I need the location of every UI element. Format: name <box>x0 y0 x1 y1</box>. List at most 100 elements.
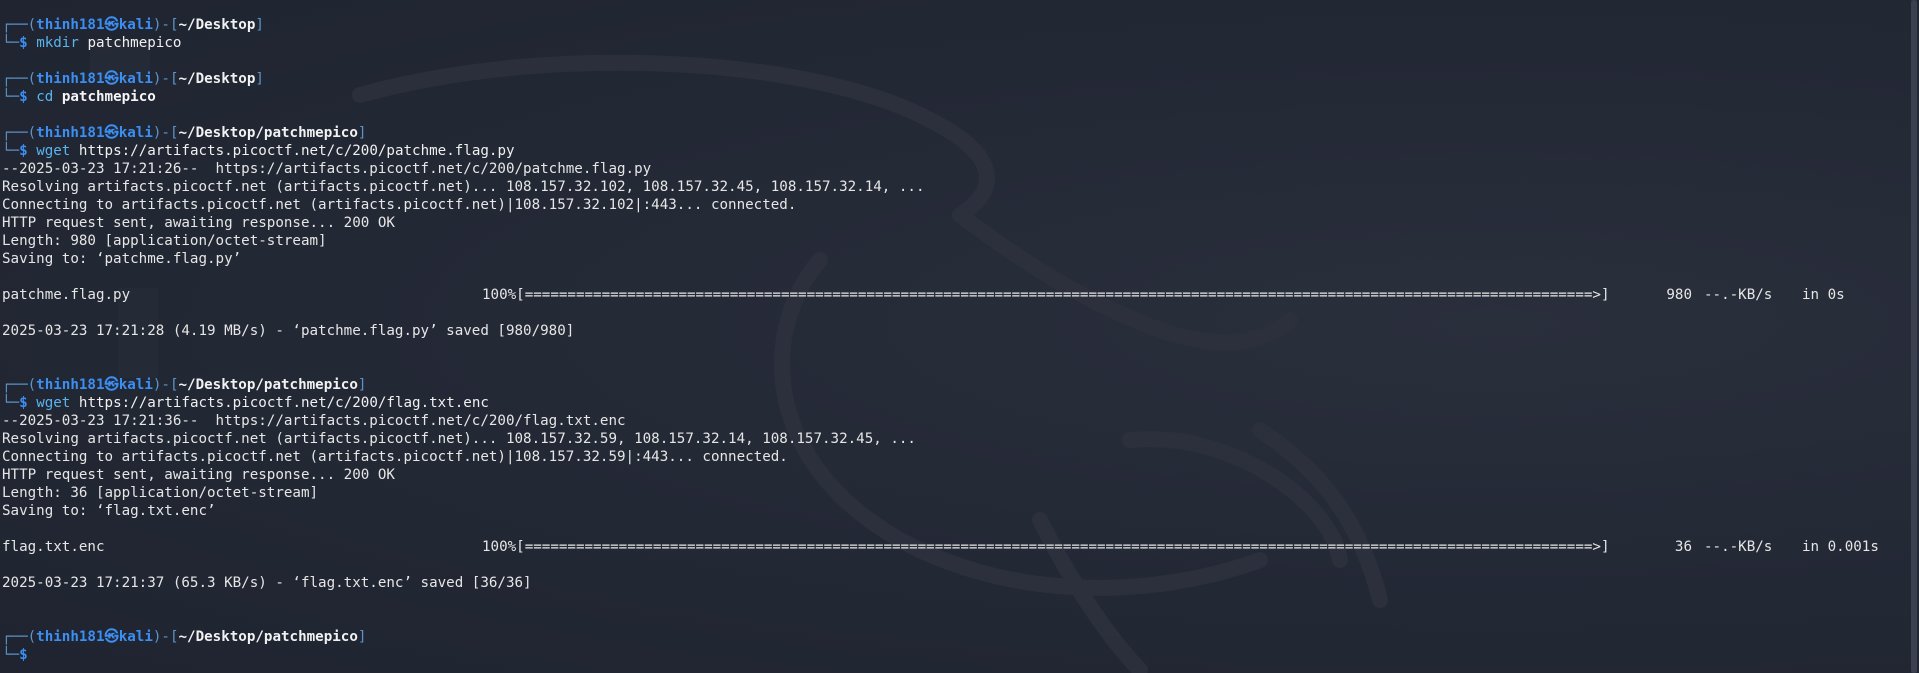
prompt-path: ~/Desktop/patchmepico <box>178 377 358 393</box>
output-text: Length: 980 [application/octet-stream] <box>2 233 327 249</box>
progress-time: in 0.001s <box>1802 539 1879 555</box>
prompt-corner: └─ <box>2 35 20 51</box>
command-name: mkdir <box>36 35 79 51</box>
saved-message: 2025-03-23 17:21:37 (65.3 KB/s) - ‘flag.… <box>2 575 532 591</box>
prompt-frame-mid: )-[ <box>152 629 179 645</box>
command-name: wget <box>36 143 71 159</box>
download-progress-line: flag.txt.enc 100%[=======================… <box>2 538 1912 556</box>
progress-filename: patchme.flag.py <box>2 287 131 303</box>
output-line: --2025-03-23 17:21:36-- https://artifact… <box>2 412 1912 430</box>
command-name: cd <box>36 89 54 105</box>
output-line: Resolving artifacts.picoctf.net (artifac… <box>2 430 1912 448</box>
download-progress-line: patchme.flag.py 100%[====================… <box>2 286 1912 304</box>
command-line: └─$ wget https://artifacts.picoctf.net/c… <box>2 394 1912 412</box>
prompt-frame-close: ] <box>255 17 264 33</box>
output-line: Connecting to artifacts.picoctf.net (art… <box>2 448 1912 466</box>
prompt-dollar: $ <box>19 647 28 663</box>
prompt-frame-open: ┌──( <box>2 71 37 87</box>
prompt-dollar: $ <box>19 35 28 51</box>
output-text: Connecting to artifacts.picoctf.net (art… <box>2 449 788 465</box>
command-argument: patchmepico <box>87 35 182 51</box>
prompt-header: ┌──(thinh181㉿kali)-[~/Desktop] <box>2 70 1912 88</box>
output-line: Saving to: ‘patchme.flag.py’ <box>2 250 1912 268</box>
prompt-frame-close: ] <box>255 71 264 87</box>
prompt-frame-open: ┌──( <box>2 377 37 393</box>
progress-filename: flag.txt.enc <box>2 539 105 555</box>
prompt-user-host: thinh181㉿kali <box>36 125 153 141</box>
scrollbar-thumb[interactable] <box>1911 0 1917 673</box>
prompt-path: ~/Desktop <box>178 17 256 33</box>
progress-speed: --.-KB/s <box>1704 539 1773 555</box>
command-line: └─$ <box>2 646 1912 664</box>
prompt-frame-close: ] <box>357 629 367 645</box>
prompt-corner: └─ <box>2 89 20 105</box>
output-line: 2025-03-23 17:21:28 (4.19 MB/s) - ‘patch… <box>2 322 1912 340</box>
prompt-header: ┌──(thinh181㉿kali)-[~/Desktop] <box>2 16 1912 34</box>
prompt-dollar: $ <box>19 143 28 159</box>
prompt-header: ┌──(thinh181㉿kali)-[~/Desktop/patchmepic… <box>2 124 1912 142</box>
prompt-path: ~/Desktop/patchmepico <box>178 629 358 645</box>
output-line: Length: 36 [application/octet-stream] <box>2 484 1912 502</box>
prompt-user-host: thinh181㉿kali <box>36 377 153 393</box>
progress-bar: 100%[===================================… <box>482 287 1610 303</box>
command-argument: https://artifacts.picoctf.net/c/200/patc… <box>78 143 515 159</box>
output-line: HTTP request sent, awaiting response... … <box>2 214 1912 232</box>
prompt-frame-open: ┌──( <box>2 17 37 33</box>
output-text: HTTP request sent, awaiting response... … <box>2 215 395 231</box>
prompt-user-host: thinh181㉿kali <box>36 17 153 33</box>
text-cursor[interactable] <box>36 646 44 662</box>
prompt-header: ┌──(thinh181㉿kali)-[~/Desktop/patchmepic… <box>2 628 1912 646</box>
prompt-user-host: thinh181㉿kali <box>36 629 153 645</box>
command-line: └─$ wget https://artifacts.picoctf.net/c… <box>2 142 1912 160</box>
output-line: Saving to: ‘flag.txt.enc’ <box>2 502 1912 520</box>
prompt-frame-mid: )-[ <box>152 17 179 33</box>
progress-bar: 100%[===================================… <box>482 539 1610 555</box>
terminal-window[interactable]: ┌──(thinh181㉿kali)-[~/Desktop] └─$ mkdir … <box>0 0 1919 673</box>
terminal-output: ┌──(thinh181㉿kali)-[~/Desktop] └─$ mkdir … <box>2 16 1912 664</box>
prompt-header: ┌──(thinh181㉿kali)-[~/Desktop/patchmepic… <box>2 376 1912 394</box>
command-line: └─$ mkdir patchmepico <box>2 34 1912 52</box>
progress-size: 980 <box>1666 287 1692 303</box>
prompt-frame-mid: )-[ <box>152 125 179 141</box>
output-line: Length: 980 [application/octet-stream] <box>2 232 1912 250</box>
prompt-frame-mid: )-[ <box>152 71 179 87</box>
prompt-path: ~/Desktop/patchmepico <box>178 125 358 141</box>
output-text: HTTP request sent, awaiting response... … <box>2 467 395 483</box>
progress-time: in 0s <box>1802 287 1845 303</box>
output-text: --2025-03-23 17:21:26-- https://artifact… <box>2 161 652 177</box>
command-name: wget <box>36 395 71 411</box>
output-line: Connecting to artifacts.picoctf.net (art… <box>2 196 1912 214</box>
output-text: Resolving artifacts.picoctf.net (artifac… <box>2 431 916 447</box>
command-argument: https://artifacts.picoctf.net/c/200/flag… <box>78 395 489 411</box>
output-text: Connecting to artifacts.picoctf.net (art… <box>2 197 797 213</box>
output-line: Resolving artifacts.picoctf.net (artifac… <box>2 178 1912 196</box>
output-text: Saving to: ‘flag.txt.enc’ <box>2 503 216 519</box>
output-text: Resolving artifacts.picoctf.net (artifac… <box>2 179 925 195</box>
prompt-dollar: $ <box>19 395 28 411</box>
saved-message: 2025-03-23 17:21:28 (4.19 MB/s) - ‘patch… <box>2 323 575 339</box>
command-line: └─$ cd patchmepico <box>2 88 1912 106</box>
output-text: Saving to: ‘patchme.flag.py’ <box>2 251 242 267</box>
prompt-corner: └─ <box>2 647 20 663</box>
output-line: HTTP request sent, awaiting response... … <box>2 466 1912 484</box>
prompt-frame-close: ] <box>357 377 367 393</box>
prompt-frame-close: ] <box>357 125 367 141</box>
prompt-frame-mid: )-[ <box>152 377 179 393</box>
output-line: --2025-03-23 17:21:26-- https://artifact… <box>2 160 1912 178</box>
progress-size: 36 <box>1674 539 1692 555</box>
command-argument: patchmepico <box>61 89 156 105</box>
prompt-frame-open: ┌──( <box>2 629 37 645</box>
output-line: 2025-03-23 17:21:37 (65.3 KB/s) - ‘flag.… <box>2 574 1912 592</box>
prompt-dollar: $ <box>19 89 28 105</box>
prompt-corner: └─ <box>2 395 20 411</box>
